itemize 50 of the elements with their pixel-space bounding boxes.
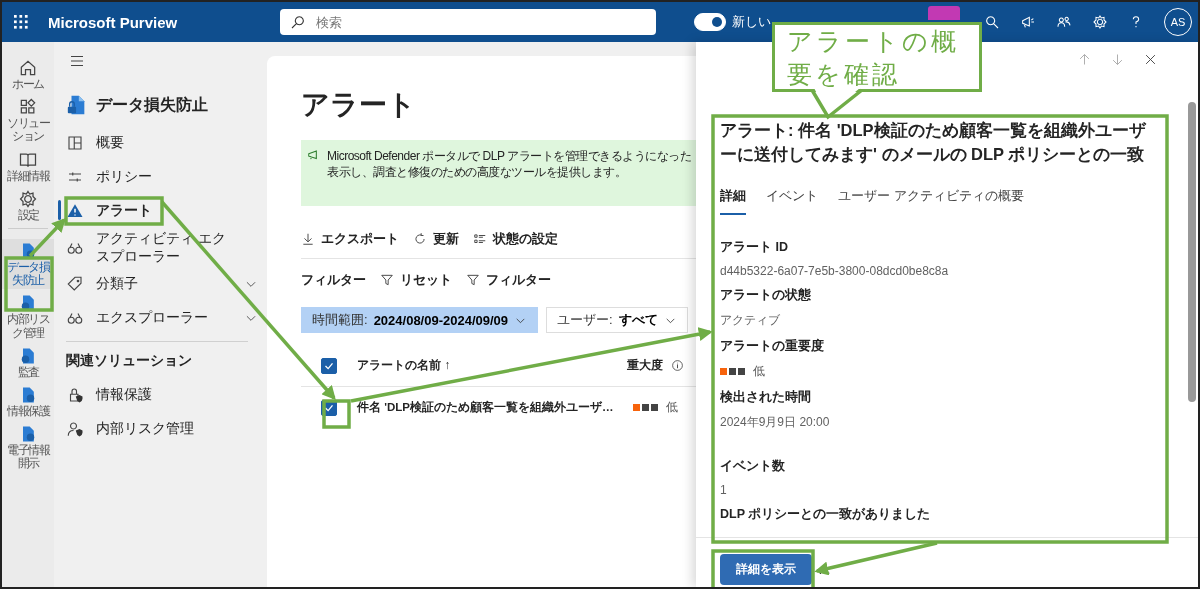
toolbar-button[interactable]: 状態の設定 xyxy=(473,230,558,248)
filter-button[interactable]: フィルター xyxy=(466,271,551,289)
section-heading: 関連ソリューション xyxy=(66,352,193,371)
severity-label: 低 xyxy=(666,399,679,416)
rail-item[interactable]: 監査 xyxy=(2,343,54,381)
field-label: DLP ポリシーとの一致がありました xyxy=(720,505,932,523)
nav-item[interactable]: 内部リスク管理 xyxy=(66,412,264,447)
tab[interactable]: ユーザー アクティビティの概要 xyxy=(838,182,1024,215)
field-value: 2024年9月9日 20:00 xyxy=(720,413,831,431)
tab[interactable]: イベント xyxy=(766,182,818,215)
app-title[interactable]: Microsoft Purview xyxy=(48,13,280,31)
rail-item[interactable]: 詳細情報 xyxy=(2,147,54,185)
panel-title: アラート: 件名 'DLP検証のため顧客一覧を組織外ユーザーに送付してみます' のメールの DLP ポリシーとの一致 xyxy=(720,120,1147,166)
severity-label: 低 xyxy=(753,362,765,380)
field-value: d44b5322-6a07-7e5b-3800-08dcd0be8c8a xyxy=(720,263,950,278)
view-details-button[interactable]: 詳細を表示 xyxy=(720,554,812,585)
field-label: 検出された時間 xyxy=(720,388,812,406)
rail-item[interactable]: 電子情報開示 xyxy=(2,422,54,473)
rail-item[interactable]: ソリューション xyxy=(2,95,54,146)
toolbar-button[interactable]: 更新 xyxy=(413,230,459,248)
nav-item[interactable]: 情報保護 xyxy=(66,378,264,413)
toolbar-button[interactable]: エクスポート xyxy=(301,230,399,248)
nav-item[interactable]: 概要 xyxy=(66,126,264,160)
tab[interactable]: 詳細 xyxy=(720,182,746,215)
filter-button[interactable]: リセット xyxy=(380,271,452,289)
nav-item[interactable]: 分類子 xyxy=(66,267,264,302)
nav-item[interactable]: ポリシー xyxy=(66,160,264,194)
toggle-label: 新しい xyxy=(732,13,772,31)
search-field[interactable]: 検索 xyxy=(280,9,656,35)
page-title: アラート xyxy=(301,88,417,122)
rail-item[interactable]: 内部リスク管理 xyxy=(2,291,54,342)
field-label: イベント数 xyxy=(720,457,786,475)
nav-item[interactable]: エクスプローラー xyxy=(66,301,264,336)
filter-chip[interactable]: 時間範囲: 2024/08/09-2024/09/09 xyxy=(301,307,539,333)
rail-item[interactable]: 情報保護 xyxy=(2,382,54,421)
column-header[interactable]: アラートの名前 ↑ xyxy=(357,357,607,374)
rail-item[interactable]: ホーム xyxy=(2,56,54,94)
banner-text: Microsoft Defender ポータルで DLP アラートを管理できるようになった xyxy=(327,148,691,165)
nav-title: データ損失防止 xyxy=(96,94,208,115)
field-value: アクティブ xyxy=(720,311,781,329)
field-label: アラートの状態 xyxy=(720,286,812,304)
filter-label: フィルター xyxy=(301,271,366,289)
field-label: アラートの重要度 xyxy=(720,337,825,355)
banner-text: 表示し、調査と修復のための高度なツールを提供します。 xyxy=(327,164,627,181)
column-header[interactable]: 重大度 xyxy=(627,357,663,374)
filter-chip[interactable]: ユーザー: すべて xyxy=(546,307,688,333)
rail-item[interactable]: 設定 xyxy=(2,186,54,224)
alert-name-link[interactable]: 件名 'DLP検証のため顧客一覧を組織外ユーザ… xyxy=(357,400,614,415)
field-label: アラート ID xyxy=(720,238,789,256)
field-value: 1 xyxy=(720,482,728,497)
